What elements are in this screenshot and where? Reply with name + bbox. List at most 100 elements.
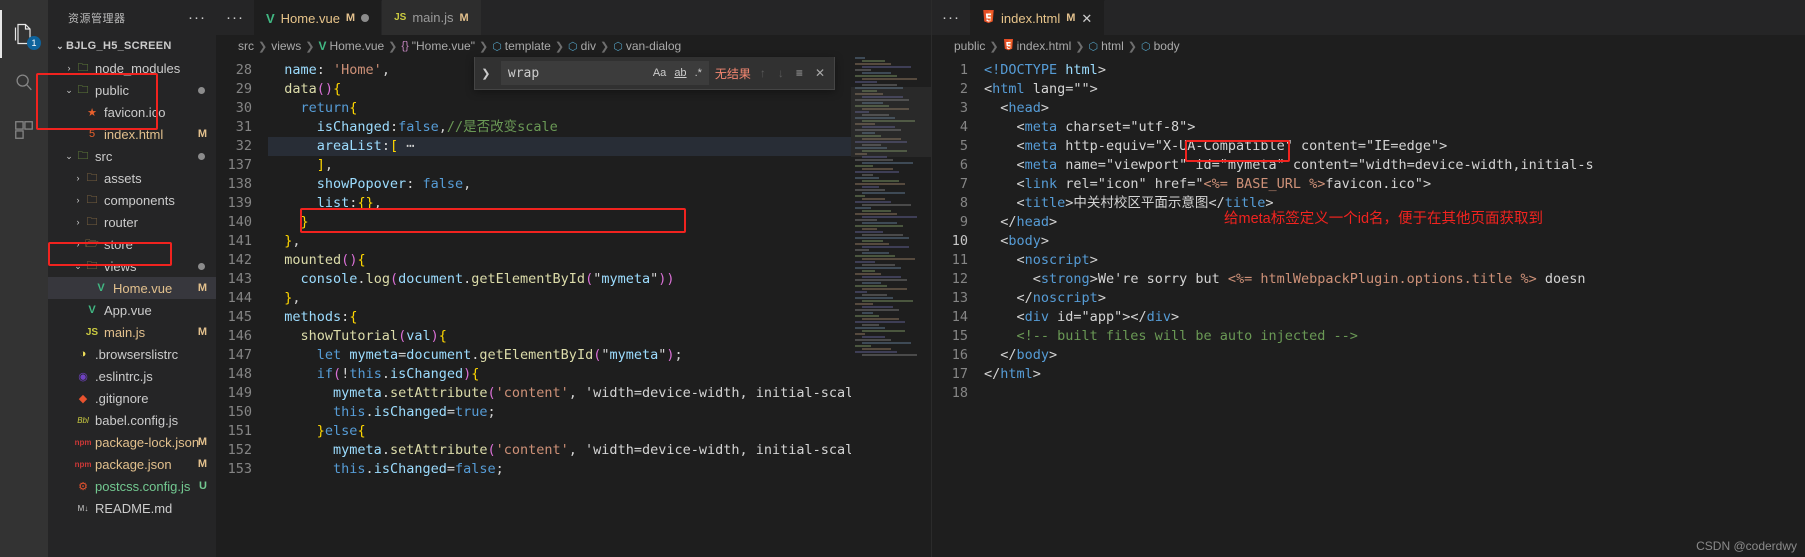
regex-icon[interactable]: .*: [693, 67, 704, 79]
code-line[interactable]: [984, 384, 1805, 403]
code-line[interactable]: showPopover: false,: [268, 175, 931, 194]
tree-item-eslintrc-js[interactable]: ◉ .eslintrc.js: [48, 365, 216, 387]
code-line[interactable]: showTutorial(val){: [268, 327, 931, 346]
code-line[interactable]: <!DOCTYPE html>: [984, 61, 1805, 80]
find-input-wrapper[interactable]: wrap Aa ab .*: [500, 61, 709, 85]
code-line[interactable]: }: [268, 213, 931, 232]
right-tabbar-more-button[interactable]: ···: [932, 0, 970, 35]
chevron-right-icon[interactable]: ›: [72, 239, 84, 249]
breadcrumb-item-template[interactable]: ⬡ template: [492, 39, 551, 53]
tree-item-index-html[interactable]: 5 index.html M: [48, 123, 216, 145]
chevron-down-icon[interactable]: ⌄: [63, 85, 75, 96]
chevron-right-icon[interactable]: ›: [72, 195, 84, 205]
code-line[interactable]: return{: [268, 99, 931, 118]
code-line[interactable]: <div id="app"></div>: [984, 308, 1805, 327]
code-line[interactable]: if(!this.isChanged){: [268, 365, 931, 384]
code-line[interactable]: this.isChanged=true;: [268, 403, 931, 422]
code-line[interactable]: let mymeta=document.getElementById("myme…: [268, 346, 931, 365]
whole-word-icon[interactable]: ab: [672, 67, 688, 79]
code-line[interactable]: <body>: [984, 232, 1805, 251]
breadcrumb-item-index-html[interactable]: index.html: [1003, 38, 1071, 54]
activity-extensions-button[interactable]: [0, 106, 48, 154]
find-close-button[interactable]: ✕: [812, 66, 828, 80]
find-in-selection-button[interactable]: ≡: [793, 66, 806, 80]
breadcrumb-item-src[interactable]: src: [238, 39, 254, 53]
code-line[interactable]: <link rel="icon" href="<%= BASE_URL %>fa…: [984, 175, 1805, 194]
code-line[interactable]: <head>: [984, 99, 1805, 118]
code-line[interactable]: },: [268, 289, 931, 308]
breadcrumb-item-views[interactable]: views: [271, 39, 301, 53]
tab-index-html[interactable]: index.html M ✕: [970, 0, 1106, 35]
left-tabbar-more-button[interactable]: ···: [216, 0, 254, 35]
code-line[interactable]: list:{},: [268, 194, 931, 213]
left-code-lines[interactable]: name: 'Home', data(){ return{ isChanged:…: [264, 57, 931, 557]
find-expand-replace-icon[interactable]: ❯: [477, 67, 495, 80]
code-line[interactable]: isChanged:false,//是否改变scale: [268, 118, 931, 137]
breadcrumb-item-div[interactable]: ⬡ div: [568, 39, 596, 53]
tree-item-gitignore[interactable]: ◆ .gitignore: [48, 387, 216, 409]
chevron-down-icon[interactable]: ⌄: [72, 261, 84, 272]
tree-item-public[interactable]: ⌄ 🗀 public: [48, 79, 216, 101]
code-line[interactable]: this.isChanged=false;: [268, 460, 931, 479]
code-line[interactable]: console.log(document.getElementById("mym…: [268, 270, 931, 289]
code-line[interactable]: methods:{: [268, 308, 931, 327]
minimap-slider[interactable]: [851, 87, 931, 157]
tree-item-views[interactable]: ⌄ 🗀 views: [48, 255, 216, 277]
chevron-right-icon[interactable]: ›: [63, 63, 75, 73]
code-line[interactable]: mounted(){: [268, 251, 931, 270]
code-line[interactable]: mymeta.setAttribute('content', 'width=de…: [268, 441, 931, 460]
breadcrumb-item-file[interactable]: V Home.vue: [318, 39, 384, 53]
code-line[interactable]: areaList:[ ⋯: [268, 137, 931, 156]
find-previous-button[interactable]: ↑: [757, 66, 769, 80]
tree-item-package-json[interactable]: npm package.json M: [48, 453, 216, 475]
breadcrumb-item-symbol-object[interactable]: {} "Home.vue": [401, 39, 475, 53]
tab-home-vue[interactable]: V Home.vue M: [254, 0, 383, 35]
find-input[interactable]: wrap: [508, 66, 647, 81]
find-next-button[interactable]: ↓: [775, 66, 787, 80]
code-line[interactable]: mymeta.setAttribute('content', 'width=de…: [268, 384, 931, 403]
chevron-right-icon[interactable]: ›: [72, 173, 84, 183]
close-icon[interactable]: ✕: [1081, 12, 1092, 25]
tree-item-main-js[interactable]: JS main.js M: [48, 321, 216, 343]
tree-item-router[interactable]: › 🗀 router: [48, 211, 216, 233]
find-widget[interactable]: ❯ wrap Aa ab .* 无结果 ↑ ↓ ≡ ✕: [473, 57, 835, 90]
tab-main-js[interactable]: JS main.js M: [382, 0, 482, 35]
code-line[interactable]: }else{: [268, 422, 931, 441]
tree-item-package-lock-json[interactable]: npm package-lock.json M: [48, 431, 216, 453]
explorer-more-actions-button[interactable]: ···: [188, 10, 206, 25]
tree-item-babel-config-js[interactable]: Bbl babel.config.js: [48, 409, 216, 431]
code-line[interactable]: <strong>We're sorry but <%= htmlWebpackP…: [984, 270, 1805, 289]
code-line[interactable]: <meta name="viewport" id="mymeta" conten…: [984, 156, 1805, 175]
breadcrumb-item-html[interactable]: ⬡ html: [1089, 39, 1124, 53]
code-line[interactable]: </noscript>: [984, 289, 1805, 308]
code-line[interactable]: <html lang="">: [984, 80, 1805, 99]
tree-item-app-vue[interactable]: V App.vue: [48, 299, 216, 321]
left-code-area[interactable]: 28 29 30 31 32 137 138 139 140 141 142 143 144 145 146…: [216, 57, 931, 557]
code-line[interactable]: <meta http-equiv="X-UA-Compatible" conte…: [984, 137, 1805, 156]
tree-item-node-modules[interactable]: › 🗀 node_modules: [48, 57, 216, 79]
activity-search-button[interactable]: [0, 58, 48, 106]
tree-item-components[interactable]: › 🗀 components: [48, 189, 216, 211]
match-case-icon[interactable]: Aa: [651, 67, 668, 79]
chevron-down-icon[interactable]: ⌄: [63, 151, 75, 162]
code-line[interactable]: },: [268, 232, 931, 251]
code-line[interactable]: <!-- built files will be auto injected -…: [984, 327, 1805, 346]
breadcrumb-item-van-dialog[interactable]: ⬡ van-dialog: [613, 39, 681, 53]
tree-item-readme-md[interactable]: M↓ README.md: [48, 497, 216, 519]
right-code-lines[interactable]: <!DOCTYPE html> <html lang=""> <head> <me…: [980, 57, 1805, 557]
activity-explorer-button[interactable]: 1: [0, 10, 48, 58]
code-line[interactable]: </body>: [984, 346, 1805, 365]
code-line[interactable]: <meta charset="utf-8">: [984, 118, 1805, 137]
tree-item-src[interactable]: ⌄ 🗀 src: [48, 145, 216, 167]
tree-item-browserslistrc[interactable]: ◑ .browserslistrc: [48, 343, 216, 365]
breadcrumb-item-body[interactable]: ⬡ body: [1141, 39, 1180, 53]
left-minimap[interactable]: [851, 57, 931, 557]
code-line[interactable]: </html>: [984, 365, 1805, 384]
tree-item-assets[interactable]: › 🗀 assets: [48, 167, 216, 189]
tree-item-home-vue[interactable]: V Home.vue M: [48, 277, 216, 299]
code-line[interactable]: ],: [268, 156, 931, 175]
chevron-right-icon[interactable]: ›: [72, 217, 84, 227]
right-code-area[interactable]: 1 2 3 4 5 6 7 8 9 10 11 12 13 14 15 16 17 18 <!DOCTYPE ht…: [932, 57, 1805, 557]
tree-item-store[interactable]: › 🗁 store: [48, 233, 216, 255]
breadcrumb-item-public[interactable]: public: [954, 39, 985, 53]
